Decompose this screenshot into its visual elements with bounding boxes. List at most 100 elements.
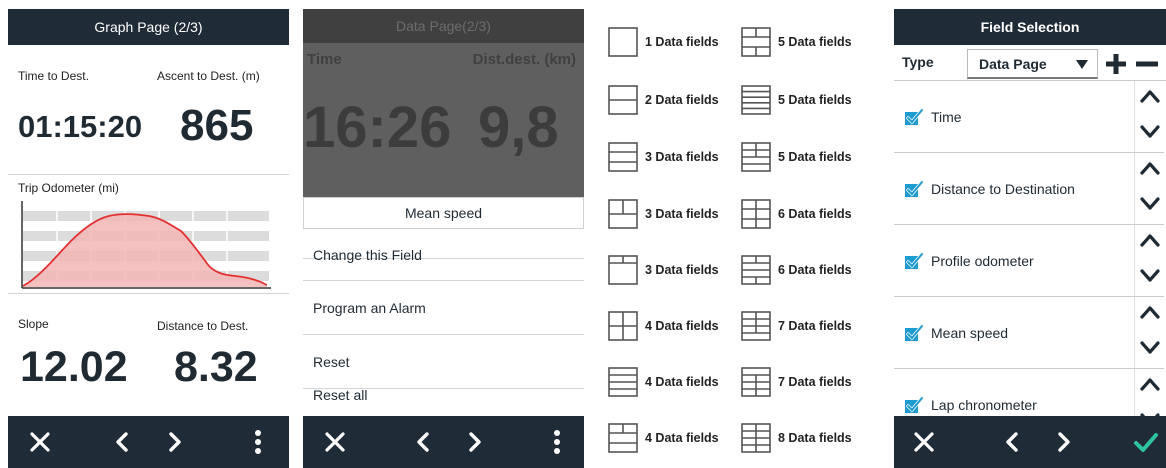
time-value: 16:26 [303,95,452,160]
plus-icon[interactable] [1105,53,1127,75]
layout-3c-icon [608,255,638,285]
layout-label: 6 Data fields [778,207,852,221]
chevron-down-icon[interactable] [1135,269,1165,283]
slope-label: Slope [18,317,49,331]
layout-label: 5 Data fields [778,150,852,164]
layout-option-7b[interactable]: 7 Data fields [741,367,852,397]
layout-option-4b[interactable]: 4 Data fields [608,367,719,397]
elevation-profile-graph [21,201,271,289]
checkbox-checked-icon[interactable] [904,251,924,270]
chevron-up-icon[interactable] [1135,233,1165,247]
type-dropdown[interactable]: Data Page [967,49,1098,79]
chevron-down-icon[interactable] [1135,341,1165,355]
layout-option-1[interactable]: 1 Data fields [608,27,719,57]
time-to-dest-value: 01:15:20 [18,109,143,144]
layout-option-6a[interactable]: 6 Data fields [741,199,852,229]
caret-down-icon [1076,60,1088,69]
layout-option-3b[interactable]: 3 Data fields [608,199,719,229]
layout-label: 3 Data fields [645,150,719,164]
layout-option-3a[interactable]: 3 Data fields [608,142,719,172]
field-row-distance-to-destination[interactable]: Distance to Destination [894,153,1134,225]
layout-label: 8 Data fields [778,431,852,445]
checkbox-checked-icon[interactable] [904,107,924,126]
type-row: Type Data Page [894,45,1166,81]
layout-5a-icon [741,27,771,57]
chevron-up-icon[interactable] [1135,377,1165,391]
chevron-left-icon[interactable] [992,416,1032,468]
reorder-controls [1134,81,1164,153]
minus-icon[interactable] [1134,53,1160,75]
page-title: Field Selection [980,19,1080,35]
checkbox-checked-icon[interactable] [904,395,924,414]
field-row-profile-odometer[interactable]: Profile odometer [894,225,1134,297]
chevron-up-icon[interactable] [1135,161,1165,175]
field-label: Mean speed [931,324,1009,341]
layout-option-2[interactable]: 2 Data fields [608,85,719,115]
checkbox-checked-icon[interactable] [904,323,924,342]
layout-option-7a[interactable]: 7 Data fields [741,311,852,341]
layout-option-5b[interactable]: 5 Data fields [741,85,852,115]
layout-label: 3 Data fields [645,263,719,277]
layout-7a-icon [741,311,771,341]
layout-option-5a[interactable]: 5 Data fields [741,27,852,57]
layout-3b-icon [608,199,638,229]
page-title: Graph Page (2/3) [94,19,203,35]
menu-item-reset-all[interactable]: Reset all [303,368,584,421]
layout-option-5c[interactable]: 5 Data fields [741,142,852,172]
time-to-dest-label: Time to Dest. [18,69,89,83]
layout-4a-icon [608,311,638,341]
chevron-down-icon[interactable] [1135,197,1165,211]
chevron-up-icon[interactable] [1135,305,1165,319]
divider [8,174,289,175]
layout-option-4c[interactable]: 4 Data fields [608,423,719,453]
layout-label: 4 Data fields [645,319,719,333]
field-label: Time [931,108,962,125]
layout-options-panel: 1 Data fields 2 Data fields 3 Data field… [598,9,880,468]
field-row-time[interactable]: Time [894,81,1134,153]
layout-3a-icon [608,142,638,172]
field-selection-screen: Field Selection Type Data Page Time Dista… [894,9,1166,468]
graph-page-screen: Graph Page (2/3) Time to Dest. Ascent to… [8,9,289,468]
layout-label: 4 Data fields [645,431,719,445]
reorder-controls [1134,297,1164,369]
field-label: Distance to Destination [931,180,1075,197]
layout-5b-icon [741,85,771,115]
chevron-right-icon[interactable] [455,416,495,468]
dist-dest-value: 9,8 [478,95,559,160]
layout-option-6b[interactable]: 6 Data fields [741,255,852,285]
chevron-left-icon[interactable] [102,416,142,468]
close-icon[interactable] [904,416,944,468]
menu-item-change-field[interactable]: Change this Field [303,229,584,281]
layout-6b-icon [741,255,771,285]
layout-option-8[interactable]: 8 Data fields [741,423,852,453]
layout-5c-icon [741,142,771,172]
checkbox-checked-icon[interactable] [904,179,924,198]
bottom-toolbar [894,416,1166,468]
layout-1-icon [608,27,638,57]
chevron-right-icon[interactable] [155,416,195,468]
close-icon[interactable] [20,416,60,468]
chevron-left-icon[interactable] [403,416,443,468]
layout-6a-icon [741,199,771,229]
field-label: Profile odometer [931,252,1034,269]
more-vertical-icon[interactable] [238,416,278,468]
layout-4c-icon [608,423,638,453]
type-dropdown-value: Data Page [979,55,1047,72]
ascent-to-dest-value: 865 [180,101,254,150]
layout-label: 7 Data fields [778,375,852,389]
layout-label: 5 Data fields [778,35,852,49]
layout-option-4a[interactable]: 4 Data fields [608,311,719,341]
chevron-right-icon[interactable] [1044,416,1084,468]
screen-header: Graph Page (2/3) [8,9,289,45]
menu-item-program-alarm[interactable]: Program an Alarm [303,282,584,335]
layout-option-3c[interactable]: 3 Data fields [608,255,719,285]
close-icon[interactable] [315,416,355,468]
more-vertical-icon[interactable] [537,416,577,468]
chevron-down-icon[interactable] [1135,125,1165,139]
check-icon[interactable] [1126,416,1166,468]
screen-header: Field Selection [894,9,1166,45]
chevron-up-icon[interactable] [1135,89,1165,103]
field-row-mean-speed[interactable]: Mean speed [894,297,1134,369]
layout-4b-icon [608,367,638,397]
slope-value: 12.02 [20,343,128,391]
